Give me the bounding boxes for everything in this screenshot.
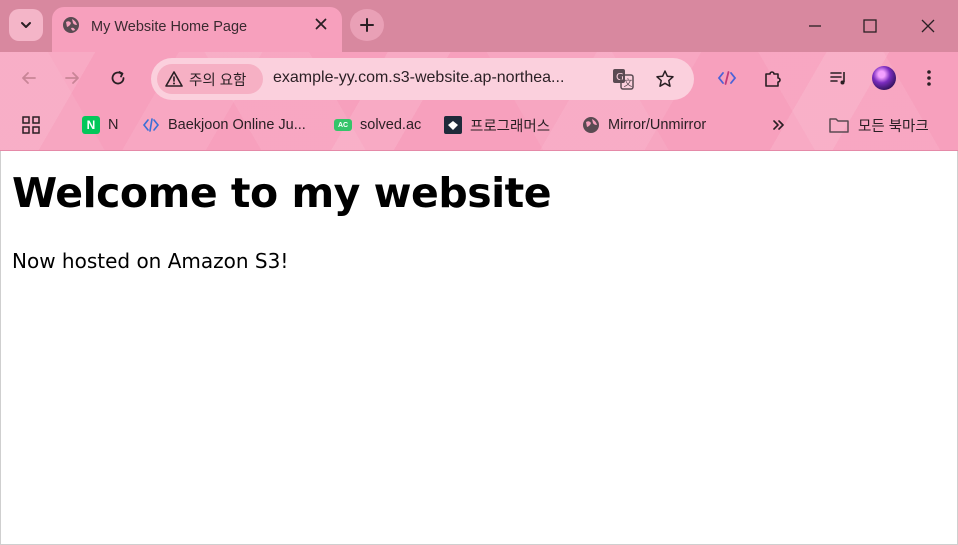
minimize-button[interactable] — [795, 10, 835, 42]
svg-text:文: 文 — [624, 77, 633, 89]
arrow-left-icon — [22, 72, 36, 84]
back-button[interactable] — [13, 62, 45, 94]
url-text[interactable]: example-yy.com.s3-website.ap-northea... — [273, 69, 603, 87]
tab-title: My Website Home Page — [91, 19, 248, 35]
bookmark-naver[interactable]: N N — [82, 112, 118, 138]
chevron-down-icon — [21, 22, 31, 28]
security-chip[interactable]: 주의 요함 — [157, 64, 263, 94]
puzzle-icon — [765, 71, 781, 87]
bookmark-label: N — [108, 117, 119, 133]
page-content: Welcome to my website Now hosted on Amaz… — [0, 151, 958, 545]
reload-icon — [111, 71, 125, 85]
code-extension-icon — [717, 71, 737, 85]
profile-avatar[interactable] — [872, 66, 896, 90]
programmers-icon — [444, 116, 462, 134]
plus-icon — [360, 18, 374, 32]
globe-icon — [63, 17, 79, 33]
all-bookmarks-button[interactable]: 모든 북마크 — [828, 112, 929, 138]
star-icon — [656, 70, 674, 87]
reload-button[interactable] — [102, 62, 134, 94]
chrome-menu-button[interactable] — [914, 63, 944, 93]
folder-icon — [829, 118, 849, 133]
extension-devtools-button[interactable] — [712, 63, 742, 93]
all-bookmarks-label: 모든 북마크 — [858, 118, 929, 135]
maximize-button[interactable] — [850, 10, 890, 42]
naver-icon: N — [82, 116, 100, 134]
minimize-icon — [809, 25, 821, 27]
bookmark-label: Mirror/Unmirror — [608, 117, 707, 133]
security-chip-label: 주의 요함 — [189, 72, 247, 89]
bookmark-label: solved.ac — [360, 117, 422, 133]
solvedac-icon: AC — [334, 119, 352, 131]
warning-icon — [165, 71, 183, 87]
arrow-right-icon — [65, 72, 79, 84]
page-paragraph: Now hosted on Amazon S3! — [12, 249, 289, 273]
tab-search-button[interactable] — [9, 9, 43, 41]
more-vertical-icon — [927, 70, 931, 86]
bookmark-label: 프로그래머스 — [470, 118, 551, 135]
translate-button[interactable]: G文 — [611, 67, 635, 91]
close-icon — [921, 19, 935, 33]
bookmark-programmers[interactable]: 프로그래머스 — [444, 112, 550, 138]
new-tab-button[interactable] — [350, 9, 384, 41]
media-controls-button[interactable] — [824, 63, 854, 93]
maximize-icon — [863, 19, 877, 33]
close-window-button[interactable] — [908, 10, 948, 42]
tab-close-button[interactable] — [312, 15, 330, 33]
translate-icon: G文 — [613, 69, 634, 90]
code-icon — [142, 118, 160, 132]
bookmark-star-button[interactable] — [653, 67, 677, 91]
page-heading: Welcome to my website — [12, 169, 552, 217]
bookmark-label: Baekjoon Online Ju... — [168, 117, 306, 133]
forward-button[interactable] — [56, 62, 88, 94]
extensions-button[interactable] — [758, 63, 788, 93]
bookmarks-overflow-button[interactable] — [770, 112, 788, 138]
address-bar[interactable]: 주의 요함 example-yy.com.s3-website.ap-north… — [151, 58, 694, 100]
double-chevron-right-icon — [773, 120, 784, 130]
playlist-music-icon — [830, 72, 845, 85]
apps-grid-icon — [22, 116, 40, 134]
close-icon — [315, 18, 327, 30]
bookmark-baekjoon[interactable]: Baekjoon Online Ju... — [142, 112, 306, 138]
active-tab[interactable]: My Website Home Page — [52, 7, 342, 52]
apps-button[interactable] — [22, 112, 40, 138]
browser-chrome: My Website Home Page 주의 요함 example-yy.co… — [0, 0, 958, 151]
bookmark-solvedac[interactable]: AC solved.ac — [334, 112, 421, 138]
bookmark-mirror[interactable]: Mirror/Unmirror — [582, 112, 706, 138]
globe-icon — [583, 117, 599, 133]
